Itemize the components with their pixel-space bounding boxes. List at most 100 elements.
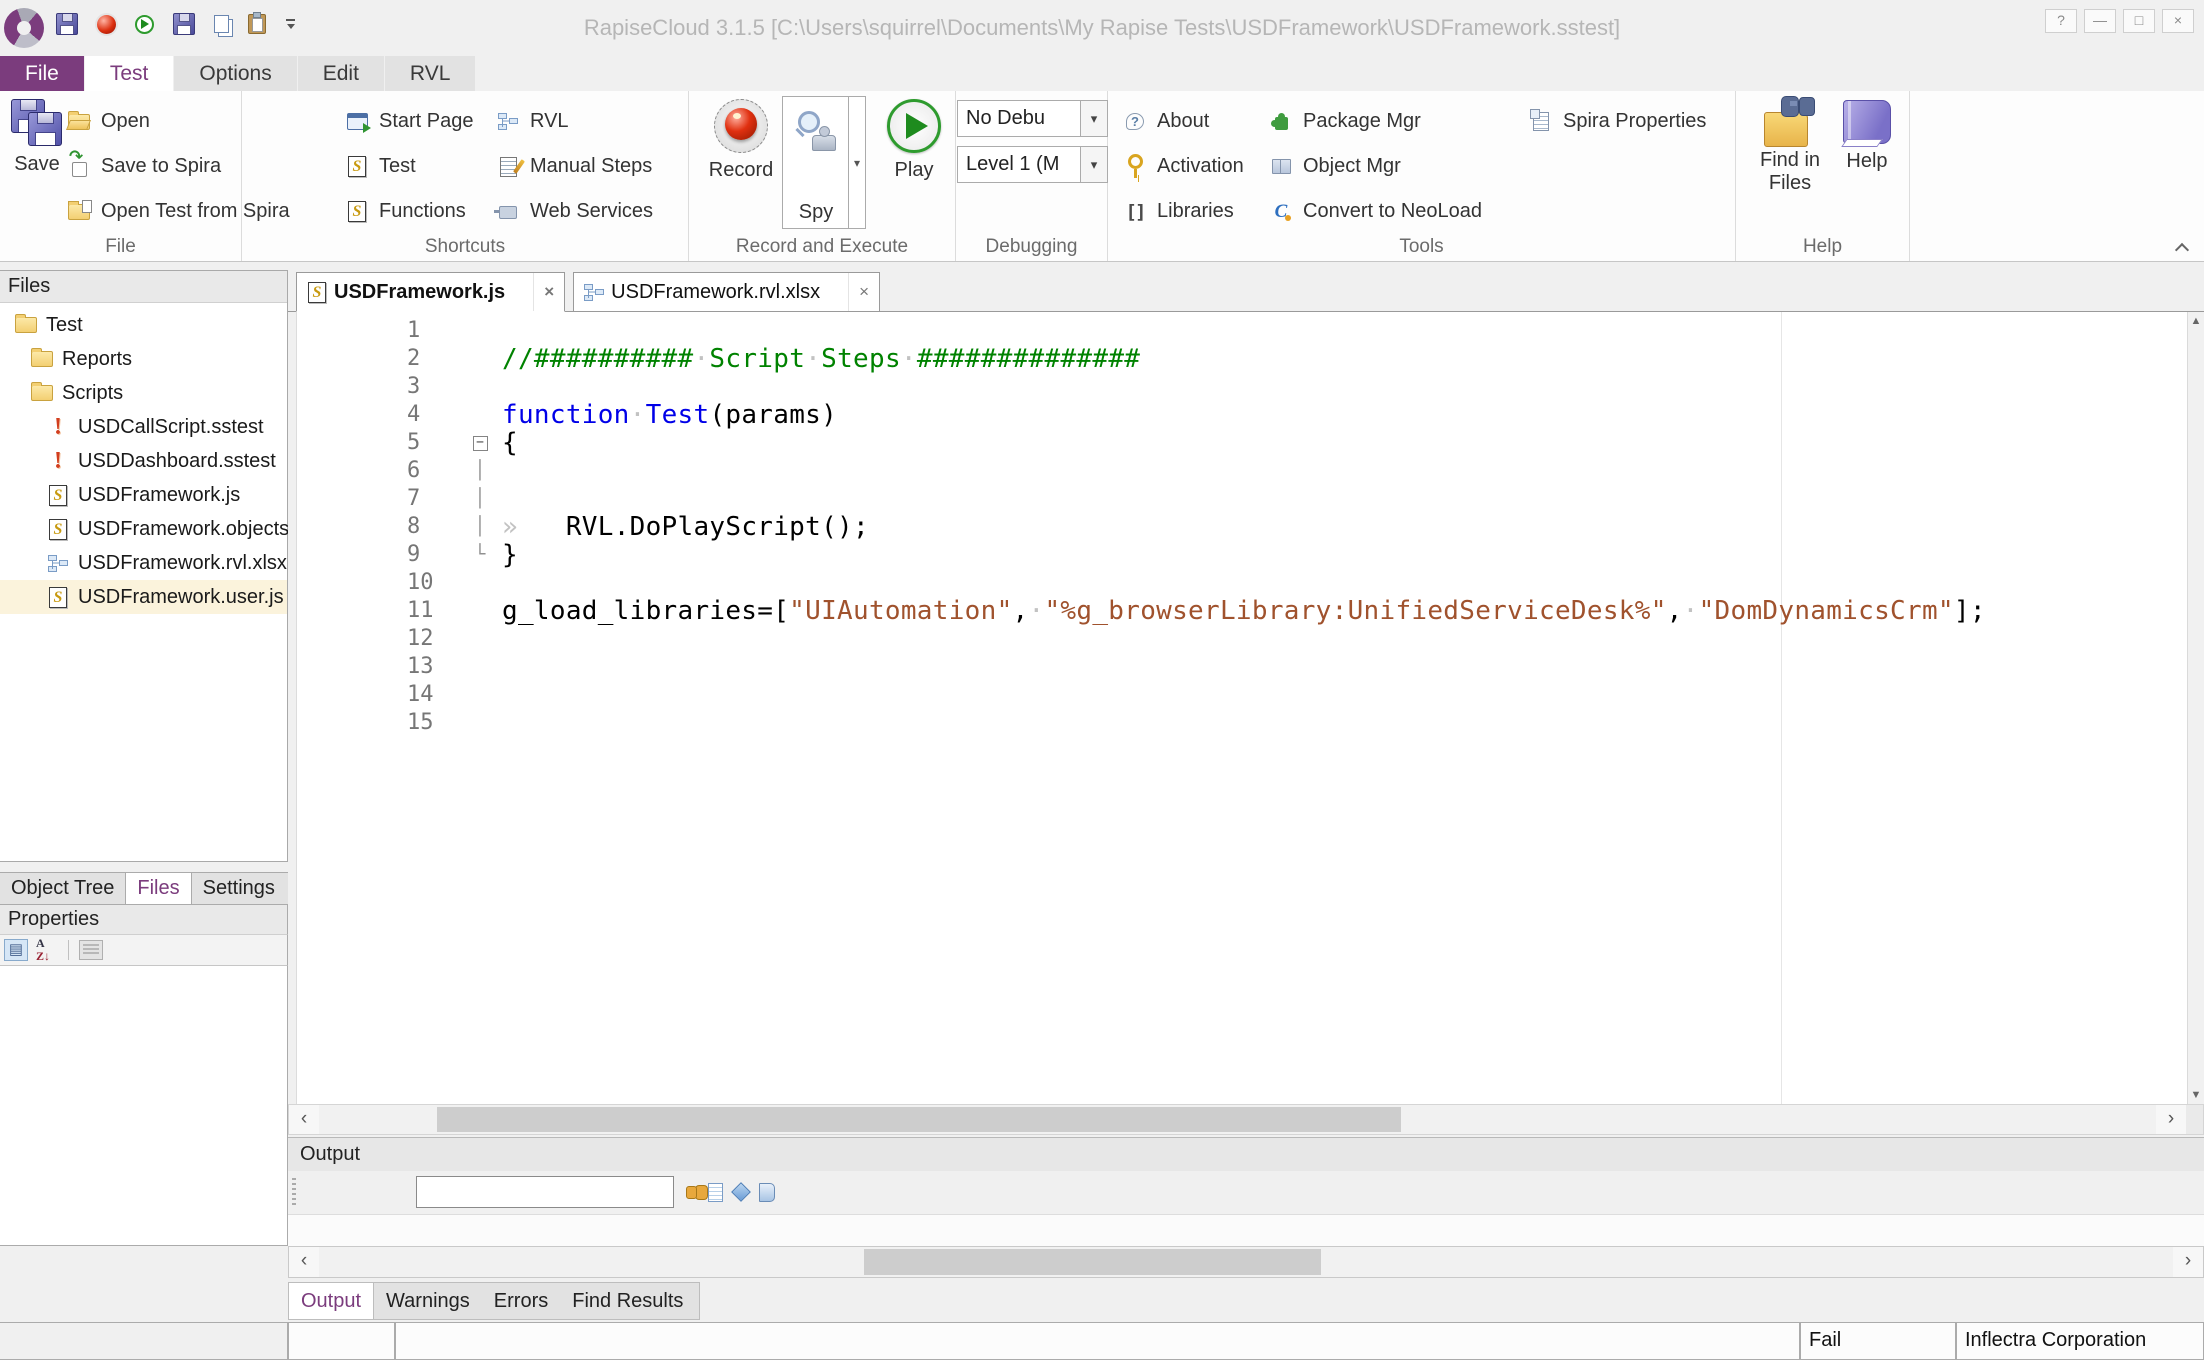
app-logo-icon[interactable] xyxy=(4,8,44,48)
ribbon-item-rvl[interactable]: RVL xyxy=(495,99,653,144)
spy-dropdown-button[interactable]: ▾ xyxy=(848,97,865,228)
debug-level-dropdown[interactable]: Level 1 (M ▾ xyxy=(957,146,1108,183)
output-tab-errors[interactable]: Errors xyxy=(482,1283,560,1319)
ribbon-item-functions[interactable]: SFunctions xyxy=(344,189,474,234)
scroll-right-icon[interactable]: › xyxy=(2156,1105,2186,1134)
sort-alphabetical-icon[interactable] xyxy=(34,939,58,961)
chevron-down-icon[interactable]: ▾ xyxy=(1080,101,1107,136)
diamond-icon[interactable] xyxy=(731,1182,751,1202)
find-in-files-button[interactable]: Find in Files xyxy=(1748,97,1832,195)
play-button[interactable]: Play xyxy=(879,99,949,182)
ribbon-tab-file[interactable]: File xyxy=(0,56,84,91)
code-line: 3 xyxy=(288,373,2187,401)
help-button[interactable]: Help xyxy=(1836,97,1898,173)
fold-margin xyxy=(458,401,502,429)
restore-button[interactable]: □ xyxy=(2123,9,2155,33)
document-icon[interactable] xyxy=(708,1183,723,1202)
record-button[interactable]: Record xyxy=(705,99,777,182)
ribbon-item-spira-properties[interactable]: Spira Properties xyxy=(1528,99,1706,144)
ribbon-item-label: Functions xyxy=(379,200,466,223)
editor-tab-usdframework-js[interactable]: SUSDFramework.js× xyxy=(296,272,565,312)
ribbon-item-label: RVL xyxy=(530,110,569,133)
close-tab-icon[interactable]: × xyxy=(848,273,879,311)
save-button[interactable]: Save xyxy=(8,99,66,176)
ribbon-item-test[interactable]: STest xyxy=(344,144,474,189)
tree-item-scripts[interactable]: Scripts xyxy=(0,376,287,410)
quick-record-icon[interactable] xyxy=(97,15,116,34)
ribbon-tab-rvl[interactable]: RVL xyxy=(385,56,475,91)
panel-tab-settings[interactable]: Settings xyxy=(192,873,286,904)
ribbon-tab-edit[interactable]: Edit xyxy=(298,56,384,91)
scroll-up-icon[interactable]: ▲ xyxy=(2188,312,2204,330)
output-tab-output[interactable]: Output xyxy=(289,1283,374,1319)
ribbon-item-object-mgr[interactable]: Object Mgr xyxy=(1268,144,1482,189)
quick-save-icon[interactable] xyxy=(56,13,78,35)
line-number: 15 xyxy=(288,709,458,737)
ribbon-item-about[interactable]: About xyxy=(1122,99,1244,144)
tree-item-usdframework-objects-js[interactable]: SUSDFramework.objects.js xyxy=(0,512,287,546)
log-book-icon[interactable] xyxy=(759,1183,775,1202)
chevron-down-icon[interactable]: ▾ xyxy=(1080,147,1107,182)
drag-grip-icon[interactable] xyxy=(292,1178,296,1207)
output-filter-input[interactable] xyxy=(416,1176,674,1208)
tree-item-usddashboard-sstest[interactable]: !USDDashboard.sstest xyxy=(0,444,287,478)
close-button[interactable]: × xyxy=(2162,9,2194,33)
code-line: 8│» RVL.DoPlayScript(); xyxy=(288,513,2187,541)
libraries-icon xyxy=(1122,202,1148,222)
minimize-button[interactable]: — xyxy=(2084,9,2116,33)
fold-margin[interactable]: − xyxy=(458,429,502,457)
ribbon-item-label: About xyxy=(1157,110,1209,133)
ribbon-item-start-page[interactable]: Start Page xyxy=(344,99,474,144)
quick-save-all-icon[interactable] xyxy=(173,13,195,35)
editor-vertical-scrollbar[interactable]: ▲ ▼ xyxy=(2187,312,2204,1104)
tree-item-usdframework-rvl-xlsx[interactable]: USDFramework.rvl.xlsx xyxy=(0,546,287,580)
debug-mode-dropdown[interactable]: No Debu ▾ xyxy=(957,100,1108,137)
ribbon-tab-options[interactable]: Options xyxy=(174,56,296,91)
ribbon-item-convert-to-neoload[interactable]: Convert to NeoLoad xyxy=(1268,189,1482,234)
ribbon-item-label: Start Page xyxy=(379,110,474,133)
folder-icon xyxy=(30,385,54,401)
editor-horizontal-scrollbar[interactable]: ‹ › xyxy=(288,1104,2204,1135)
categorize-icon[interactable]: ▤ xyxy=(4,939,28,961)
ribbon-item-activation[interactable]: Activation xyxy=(1122,144,1244,189)
scroll-left-icon[interactable]: ‹ xyxy=(289,1247,319,1277)
output-tab-find-results[interactable]: Find Results xyxy=(560,1283,695,1319)
scrollbar-thumb[interactable] xyxy=(864,1249,1321,1275)
ribbon-item-libraries[interactable]: Libraries xyxy=(1122,189,1244,234)
spy-button-main[interactable]: Spy xyxy=(783,97,849,228)
package-icon xyxy=(1268,115,1294,128)
property-pages-icon[interactable] xyxy=(79,940,103,960)
tree-item-reports[interactable]: Reports xyxy=(0,342,287,376)
code-editor[interactable]: 12//##########·Script·Steps·############… xyxy=(288,311,2204,1104)
shortcuts-column-2: RVL Manual StepsWeb Services xyxy=(495,99,653,234)
panel-tab-object-tree[interactable]: Object Tree xyxy=(0,873,125,904)
ribbon-tab-test[interactable]: Test xyxy=(85,56,174,91)
help-button[interactable]: ? xyxy=(2045,9,2077,33)
output-horizontal-scrollbar[interactable]: ‹ › xyxy=(288,1246,2204,1278)
scroll-left-icon[interactable]: ‹ xyxy=(289,1105,319,1134)
scrollbar-thumb[interactable] xyxy=(437,1107,1401,1132)
scroll-right-icon[interactable]: › xyxy=(2173,1247,2203,1277)
ribbon-item-manual-steps[interactable]: Manual Steps xyxy=(495,144,653,189)
tree-item-usdframework-js[interactable]: SUSDFramework.js xyxy=(0,478,287,512)
code-text: //##########·Script·Steps·############## xyxy=(502,345,1140,373)
panel-tab-files[interactable]: Files xyxy=(125,873,191,904)
code-text: » RVL.DoPlayScript(); xyxy=(502,513,869,541)
scroll-down-icon[interactable]: ▼ xyxy=(2188,1086,2204,1104)
tree-item-test[interactable]: Test xyxy=(0,308,287,342)
ribbon-item-label: Open xyxy=(101,110,150,133)
ribbon-item-label: Activation xyxy=(1157,155,1244,178)
spy-button[interactable]: Spy ▾ xyxy=(782,96,866,229)
quick-play-icon[interactable] xyxy=(135,15,154,34)
tree-item-usdframework-user-js[interactable]: SUSDFramework.user.js xyxy=(0,580,287,614)
close-tab-icon[interactable]: × xyxy=(533,273,564,311)
collapse-ribbon-button[interactable] xyxy=(2176,241,2188,253)
tree-item-usdcallscript-sstest[interactable]: !USDCallScript.sstest xyxy=(0,410,287,444)
ribbon-item-package-mgr[interactable]: Package Mgr xyxy=(1268,99,1482,144)
startpage-icon xyxy=(344,113,370,130)
output-tab-warnings[interactable]: Warnings xyxy=(374,1283,482,1319)
editor-tab-usdframework-rvl-xlsx[interactable]: USDFramework.rvl.xlsx× xyxy=(573,272,880,312)
ribbon-group-help: Find in Files Help Help xyxy=(1736,91,1910,261)
binoculars-icon[interactable] xyxy=(686,1186,697,1199)
ribbon-item-web-services[interactable]: Web Services xyxy=(495,189,653,234)
